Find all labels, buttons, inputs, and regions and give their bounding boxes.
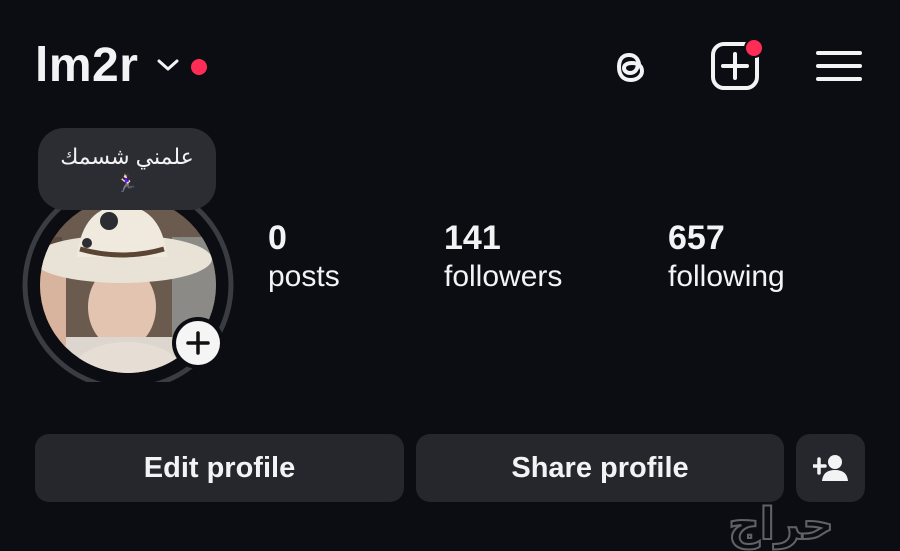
note-emoji: 🏃🏻‍♀️ xyxy=(115,173,139,193)
posts-count[interactable]: 0 xyxy=(268,218,287,258)
discover-people-button[interactable] xyxy=(796,434,865,502)
add-story-button[interactable] xyxy=(172,317,224,369)
chevron-down-icon[interactable] xyxy=(157,58,179,72)
note-bubble[interactable]: علمني شسمك 🏃🏻‍♀️ xyxy=(38,128,216,210)
followers-count[interactable]: 141 xyxy=(444,218,501,258)
plus-icon xyxy=(186,331,210,355)
note-text: علمني شسمك xyxy=(60,144,194,169)
watermark-text: حراج xyxy=(728,499,834,550)
share-profile-button[interactable]: Share profile xyxy=(416,434,784,502)
note-tail-small xyxy=(82,238,92,248)
notification-dot xyxy=(191,59,207,75)
following-count[interactable]: 657 xyxy=(668,218,725,258)
note-tail xyxy=(100,212,118,230)
profile-username[interactable]: lm2r xyxy=(35,38,138,94)
add-story-inner xyxy=(176,321,220,365)
followers-label[interactable]: followers xyxy=(444,259,562,295)
following-label[interactable]: following xyxy=(668,259,785,295)
watermark-logo: حراج xyxy=(727,498,835,551)
menu-icon[interactable] xyxy=(815,48,863,84)
threads-icon[interactable] xyxy=(606,42,656,92)
create-notification-dot xyxy=(744,38,764,58)
posts-label[interactable]: posts xyxy=(268,259,340,295)
edit-profile-button[interactable]: Edit profile xyxy=(35,434,404,502)
add-user-icon xyxy=(812,455,848,481)
